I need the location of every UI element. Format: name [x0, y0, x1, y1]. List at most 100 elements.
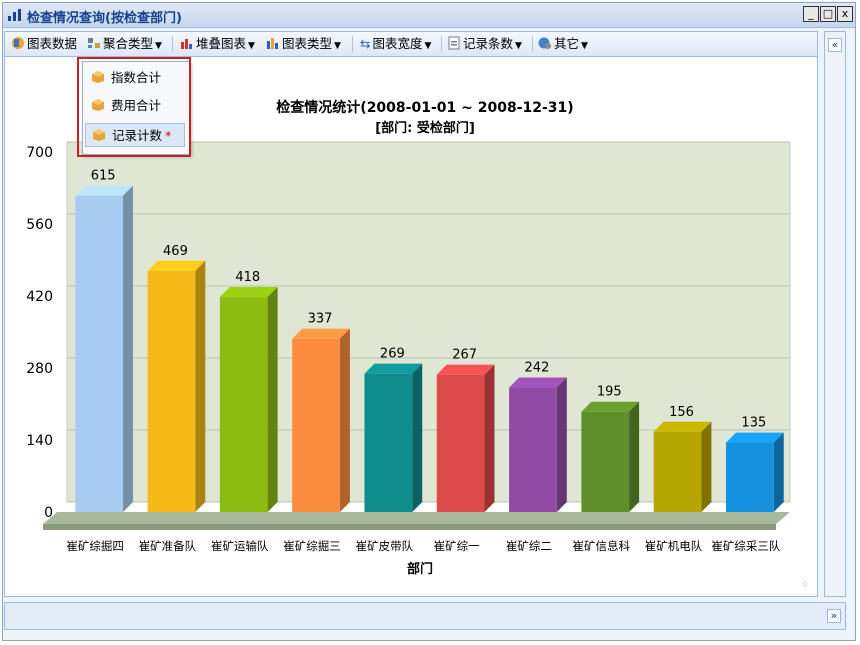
y-tick-label: 0	[44, 505, 53, 521]
bar	[653, 431, 702, 512]
bar-side	[412, 363, 423, 512]
bar-side	[123, 185, 134, 512]
chevron-down-icon: ▼	[581, 41, 588, 51]
bar	[364, 373, 413, 512]
chart-floor	[43, 512, 790, 524]
bar	[436, 374, 485, 512]
x-tick-label: 崔矿综一	[434, 539, 480, 553]
bottom-collapsed-panel: »	[4, 602, 846, 630]
bar-side	[629, 401, 640, 512]
x-tick-label: 崔矿综掘四	[66, 539, 124, 553]
bar-top	[292, 328, 350, 339]
bar	[292, 338, 340, 512]
x-tick-label: 崔矿皮带队	[356, 539, 414, 553]
bar-top	[436, 364, 495, 375]
width-arrows-icon: ⇆	[360, 36, 371, 51]
x-tick-label: 崔矿综掘三	[283, 539, 341, 553]
y-tick-label: 420	[26, 289, 53, 305]
bar-side	[339, 328, 350, 512]
globe-gear-icon	[538, 37, 551, 49]
chevron-down-icon: ▼	[248, 41, 255, 51]
chart-width-button[interactable]: ⇆ 图表宽度 ▼	[360, 35, 431, 53]
data-label: 469	[163, 244, 188, 259]
chart-data-button[interactable]: 图表数据	[11, 35, 77, 53]
window-title: 检查情况查询(按检查部门)	[27, 11, 182, 26]
bar	[147, 270, 196, 512]
chevron-down-icon: ▼	[334, 41, 341, 51]
chart-subtitle: [部门: 受检部门]	[375, 120, 475, 136]
bar-top	[147, 260, 206, 271]
toolbar: 图表数据 聚合类型 ▼ 堆叠图表 ▼ 图表类型 ▼ ⇆ 图表宽度 ▼ 记录条数 ▼ 其它 ▼	[4, 31, 818, 57]
aggregate-type-label: 聚合类型	[103, 36, 154, 51]
bar-side	[267, 287, 278, 512]
minimize-button[interactable]: _	[803, 6, 819, 22]
bar-top	[75, 185, 134, 196]
record-count-icon	[448, 36, 460, 50]
bar-side	[701, 421, 712, 512]
bar	[725, 442, 774, 512]
bar-top	[581, 401, 640, 412]
bar	[581, 411, 630, 512]
record-count-button[interactable]: 记录条数 ▼	[447, 35, 522, 53]
y-tick-label: 280	[26, 361, 53, 377]
toolbar-separator	[172, 36, 173, 52]
right-collapsed-panel: «	[824, 31, 846, 597]
resize-grip-icon: ⁘	[801, 580, 809, 590]
aggregate-type-icon	[88, 38, 100, 48]
chevron-down-icon: ▼	[155, 41, 162, 51]
data-label: 135	[741, 416, 766, 431]
chevron-down-icon: ▼	[424, 41, 432, 51]
bar	[509, 387, 557, 512]
x-tick-label: 崔矿运输队	[211, 539, 269, 553]
stacked-chart-label: 堆叠图表	[196, 36, 247, 51]
chart-data-icon	[12, 37, 24, 49]
toolbar-separator	[532, 36, 533, 52]
x-tick-label: 崔矿机电队	[645, 539, 703, 553]
x-tick-label: 崔矿综二	[506, 539, 552, 553]
data-label: 615	[91, 169, 116, 184]
bar	[75, 195, 124, 512]
x-tick-label: 崔矿信息科	[573, 539, 631, 553]
data-label: 156	[669, 405, 694, 420]
bar-side	[773, 432, 784, 512]
bar-top	[725, 432, 784, 443]
data-label: 337	[308, 312, 333, 327]
stacked-chart-button[interactable]: 堆叠图表 ▼	[180, 35, 255, 53]
bar-side	[484, 364, 495, 512]
stacked-chart-icon	[181, 39, 192, 49]
bar	[219, 297, 268, 512]
bar-top	[364, 363, 423, 374]
bar-top	[653, 421, 712, 432]
data-label: 418	[235, 270, 260, 285]
x-tick-label: 崔矿综采三队	[711, 539, 780, 553]
aggregate-type-button[interactable]: 聚合类型 ▼	[87, 35, 162, 53]
other-button[interactable]: 其它 ▼	[538, 35, 588, 53]
chevron-down-icon: ▼	[515, 41, 522, 51]
chart-type-label: 图表类型	[282, 36, 333, 51]
highlight-box	[77, 57, 191, 157]
bar-side	[195, 260, 206, 512]
chart-data-label: 图表数据	[27, 36, 78, 51]
chart-title: 检查情况统计(2008-01-01 ~ 2008-12-31)	[276, 99, 573, 116]
bar-top	[509, 377, 567, 388]
app-icon	[8, 9, 21, 21]
data-label: 269	[380, 347, 405, 362]
chart-width-label: 图表宽度	[372, 36, 423, 51]
toolbar-separator	[352, 36, 353, 52]
expand-up-icon[interactable]: »	[827, 609, 841, 623]
expand-left-icon[interactable]: «	[828, 38, 842, 52]
x-axis-label: 部门	[407, 561, 433, 577]
toolbar-separator	[441, 36, 442, 52]
chart-floor-edge	[43, 524, 776, 530]
bar-top	[219, 287, 278, 298]
close-button[interactable]: x	[837, 6, 853, 22]
y-tick-label: 140	[26, 433, 53, 449]
x-tick-label: 崔矿准备队	[139, 539, 197, 553]
restore-button[interactable]: □	[820, 6, 836, 22]
y-tick-label: 700	[26, 145, 53, 161]
chart-type-button[interactable]: 图表类型 ▼	[266, 35, 341, 53]
y-tick-label: 560	[26, 217, 53, 233]
other-label: 其它	[554, 36, 580, 51]
chart-type-icon	[267, 38, 278, 49]
data-label: 195	[597, 385, 622, 400]
